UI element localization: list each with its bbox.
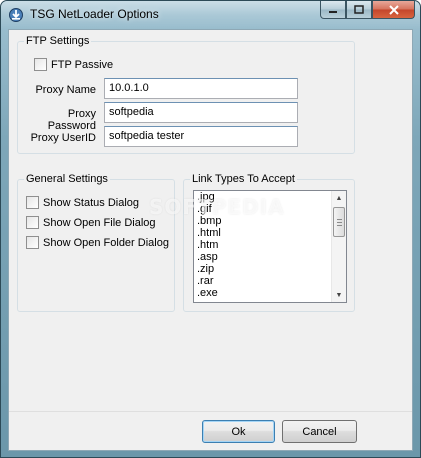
- link-types-label: Link Types To Accept: [190, 172, 297, 186]
- minimize-icon: [329, 10, 337, 13]
- cancel-button[interactable]: Cancel: [282, 420, 357, 443]
- show-open-file-dialog-label: Show Open File Dialog: [43, 216, 156, 229]
- show-open-folder-dialog-checkbox[interactable]: [26, 236, 39, 249]
- list-item[interactable]: .html: [197, 227, 221, 239]
- proxy-userid-field[interactable]: softpedia tester: [104, 126, 298, 147]
- list-item[interactable]: .asp: [197, 251, 221, 263]
- proxy-password-field[interactable]: softpedia: [104, 102, 298, 123]
- list-item[interactable]: .zip: [197, 263, 221, 275]
- proxy-userid-label: Proxy UserID: [30, 132, 96, 144]
- close-icon: [388, 4, 399, 15]
- minimize-button[interactable]: [320, 1, 346, 19]
- show-open-folder-dialog-option[interactable]: Show Open Folder Dialog: [26, 236, 169, 249]
- show-status-dialog-option[interactable]: Show Status Dialog: [26, 196, 139, 209]
- show-status-dialog-checkbox[interactable]: [26, 196, 39, 209]
- proxy-password-label: Proxy Password: [47, 108, 96, 132]
- ok-button[interactable]: Ok: [202, 420, 275, 443]
- maximize-button[interactable]: [346, 1, 372, 19]
- scroll-down-icon[interactable]: ▼: [332, 288, 346, 302]
- ftp-passive-checkbox[interactable]: [34, 58, 47, 71]
- close-button[interactable]: [372, 1, 415, 19]
- ftp-settings-group: FTP Settings FTP Passive Proxy Name 10.0…: [17, 34, 355, 154]
- proxy-name-label: Proxy Name: [35, 84, 96, 96]
- general-settings-label: General Settings: [24, 172, 110, 186]
- options-window: TSG NetLoader Options FTP Settings FTP P…: [0, 0, 421, 458]
- proxy-name-field[interactable]: 10.0.1.0: [104, 78, 298, 99]
- scroll-thumb[interactable]: [333, 207, 345, 237]
- dialog-client-area: FTP Settings FTP Passive Proxy Name 10.0…: [8, 29, 413, 451]
- ftp-settings-label: FTP Settings: [24, 34, 92, 48]
- list-scrollbar[interactable]: ▲ ▼: [331, 191, 346, 302]
- show-open-file-dialog-checkbox[interactable]: [26, 216, 39, 229]
- title-bar[interactable]: TSG NetLoader Options: [1, 1, 420, 29]
- list-item[interactable]: .exe: [197, 287, 221, 299]
- maximize-icon: [354, 4, 364, 14]
- list-item[interactable]: .rar: [197, 275, 221, 287]
- watermark: SOFTPEDIA: [149, 195, 285, 219]
- list-item[interactable]: .htm: [197, 239, 221, 251]
- show-open-file-dialog-option[interactable]: Show Open File Dialog: [26, 216, 156, 229]
- show-open-folder-dialog-label: Show Open Folder Dialog: [43, 236, 169, 249]
- window-title: TSG NetLoader Options: [30, 7, 159, 21]
- button-strip: Ok Cancel: [9, 411, 412, 450]
- ftp-passive-label: FTP Passive: [51, 58, 114, 71]
- show-status-dialog-label: Show Status Dialog: [43, 196, 139, 209]
- scroll-up-icon[interactable]: ▲: [332, 191, 346, 205]
- netloader-app-icon: [9, 8, 23, 22]
